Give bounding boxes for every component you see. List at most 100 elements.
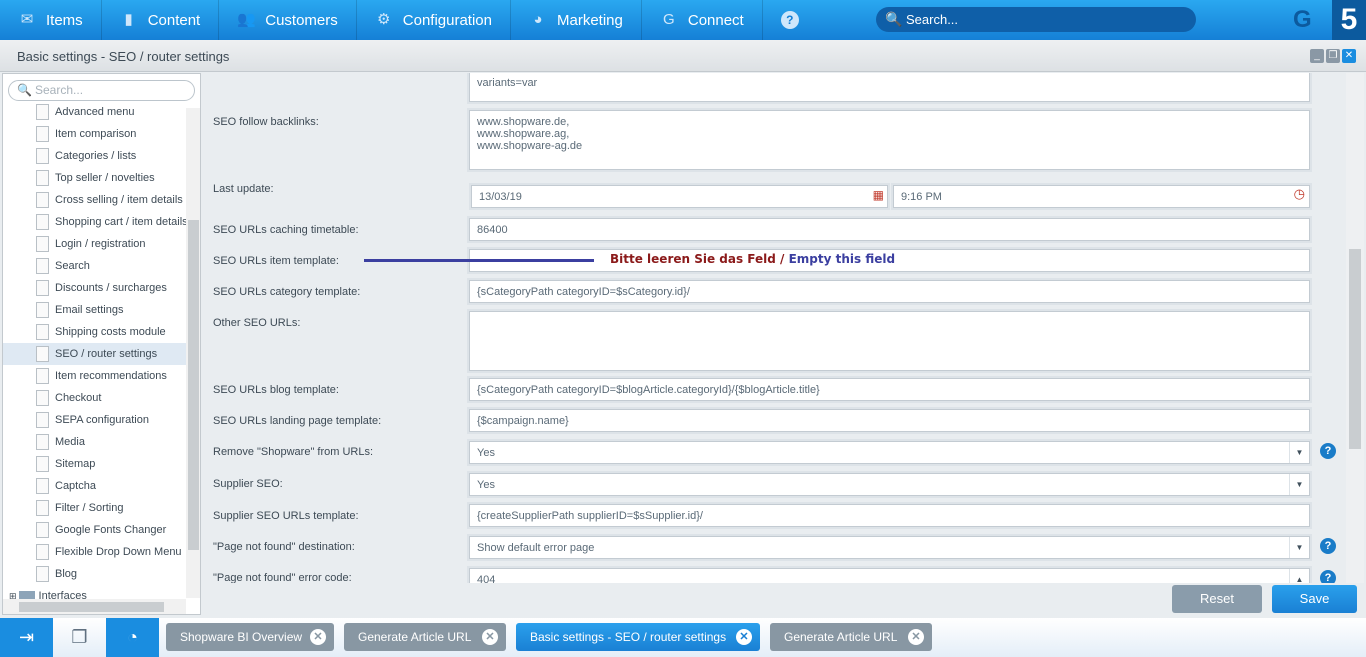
- tree-item-label: SEO / router settings: [55, 348, 158, 360]
- windows-icon[interactable]: ❐: [53, 618, 106, 657]
- task-label: Generate Article URL: [784, 630, 898, 644]
- tree-item[interactable]: Captcha: [3, 475, 186, 497]
- tree-item[interactable]: Filter / Sorting: [3, 497, 186, 519]
- tree-vertical-scrollbar[interactable]: [186, 108, 200, 598]
- chevron-up-icon[interactable]: ▲: [1289, 569, 1309, 583]
- nav-marketing[interactable]: ◕ Marketing: [511, 0, 642, 40]
- tree-item-label: Email settings: [55, 304, 124, 316]
- document-icon: [36, 302, 49, 318]
- time-value: 9:16 PM: [901, 191, 942, 203]
- tree-item[interactable]: Search: [3, 255, 186, 277]
- close-icon[interactable]: ✕: [482, 629, 498, 645]
- calendar-icon[interactable]: ▦: [873, 189, 884, 201]
- previous-textarea[interactable]: variants=var: [469, 73, 1310, 102]
- document-icon: [36, 192, 49, 208]
- dashboard-icon[interactable]: ◔: [106, 618, 159, 657]
- nav-customers[interactable]: 👥 Customers: [219, 0, 357, 40]
- tree-item[interactable]: Blog: [3, 563, 186, 585]
- annotation-text: Bitte leeren Sie das Feld / Empty this f…: [610, 252, 895, 266]
- tree-item[interactable]: Email settings: [3, 299, 186, 321]
- tree-item[interactable]: Sitemap: [3, 453, 186, 475]
- logout-icon[interactable]: ⇥: [0, 618, 53, 657]
- tree-item[interactable]: SEO / router settings: [3, 343, 186, 365]
- close-icon[interactable]: ✕: [908, 629, 924, 645]
- other-seo-textarea[interactable]: [469, 311, 1310, 371]
- tree-item[interactable]: Discounts / surcharges: [3, 277, 186, 299]
- supplier-seo-select[interactable]: Yes ▼: [469, 473, 1310, 496]
- chevron-down-icon[interactable]: ▼: [1289, 474, 1309, 495]
- inbox-icon: ✉: [20, 11, 34, 28]
- close-window-button[interactable]: ✕: [1342, 49, 1356, 63]
- tree-item-label: Top seller / novelties: [55, 172, 155, 184]
- supplier-template-input[interactable]: {createSupplierPath supplierID=$sSupplie…: [469, 504, 1310, 527]
- nav-configuration[interactable]: ⚙ Configuration: [357, 0, 511, 40]
- global-search-input[interactable]: 🔍 Search...: [876, 7, 1196, 32]
- help-icon[interactable]: ?: [1320, 538, 1336, 554]
- maximize-button[interactable]: ❐: [1326, 49, 1340, 63]
- remove-shopware-label: Remove "Shopware" from URLs:: [213, 446, 374, 458]
- last-update-time[interactable]: 9:16 PM ◷: [893, 185, 1310, 208]
- landing-template-label: SEO URLs landing page template:: [213, 415, 382, 427]
- minimize-button[interactable]: _: [1310, 49, 1324, 63]
- tree-item-label: Discounts / surcharges: [55, 282, 167, 294]
- tree-search-input[interactable]: 🔍 Search...: [8, 80, 195, 101]
- other-seo-label: Other SEO URLs:: [213, 317, 301, 329]
- document-icon: [36, 456, 49, 472]
- tree-item[interactable]: Advanced menu: [3, 101, 186, 123]
- tree-item[interactable]: Item comparison: [3, 123, 186, 145]
- caching-input[interactable]: 86400: [469, 218, 1310, 241]
- search-icon: 🔍: [17, 83, 32, 97]
- tree-item[interactable]: Cross selling / item details: [3, 189, 186, 211]
- help-icon[interactable]: ?: [1320, 443, 1336, 459]
- document-icon: [36, 368, 49, 384]
- reset-button[interactable]: Reset: [1172, 585, 1262, 613]
- tree-item[interactable]: Categories / lists: [3, 145, 186, 167]
- chevron-down-icon[interactable]: ▼: [1289, 442, 1309, 463]
- last-update-date[interactable]: 13/03/19 ▦: [471, 185, 888, 208]
- document-icon: [36, 324, 49, 340]
- nav-items[interactable]: ✉ Items: [0, 0, 102, 40]
- blog-template-input[interactable]: {sCategoryPath categoryID=$blogArticle.c…: [469, 378, 1310, 401]
- close-icon[interactable]: ✕: [310, 629, 326, 645]
- nav-connect[interactable]: G Connect: [642, 0, 763, 40]
- tree-item[interactable]: Flexible Drop Down Menu: [3, 541, 186, 563]
- tree-item[interactable]: Item recommendations: [3, 365, 186, 387]
- document-icon: [36, 500, 49, 516]
- not-found-destination-label: "Page not found" destination:: [213, 541, 355, 553]
- tree-item[interactable]: Checkout: [3, 387, 186, 409]
- tree-item[interactable]: Login / registration: [3, 233, 186, 255]
- tree-item-label: Filter / Sorting: [55, 502, 124, 514]
- tree-item[interactable]: Google Fonts Changer: [3, 519, 186, 541]
- help-icon[interactable]: ?: [1320, 570, 1336, 583]
- clock-icon[interactable]: ◷: [1294, 187, 1305, 200]
- not-found-destination-select[interactable]: Show default error page ▼: [469, 536, 1310, 559]
- remove-shopware-select[interactable]: Yes ▼: [469, 441, 1310, 464]
- top-navigation: ✉ Items ▮ Content 👥 Customers ⚙ Configuratio…: [0, 0, 1366, 40]
- save-button[interactable]: Save: [1272, 585, 1357, 613]
- task-tab[interactable]: Generate Article URL ✕: [770, 623, 932, 651]
- tree-item[interactable]: Media: [3, 431, 186, 453]
- form-scrollbar[interactable]: [1346, 73, 1364, 583]
- task-tab-active[interactable]: Basic settings - SEO / router settings ✕: [516, 623, 760, 651]
- help-button[interactable]: ?: [763, 0, 817, 40]
- tree-item[interactable]: Shipping costs module: [3, 321, 186, 343]
- task-tab[interactable]: Generate Article URL ✕: [344, 623, 506, 651]
- tree-item[interactable]: SEPA configuration: [3, 409, 186, 431]
- shopware-logo: G: [1293, 6, 1312, 33]
- document-icon: [36, 412, 49, 428]
- chevron-down-icon[interactable]: ▼: [1289, 537, 1309, 558]
- not-found-code-spinner[interactable]: 404 ▲: [469, 568, 1310, 583]
- category-template-input[interactable]: {sCategoryPath categoryID=$sCategory.id}…: [469, 280, 1310, 303]
- tree-horizontal-scrollbar[interactable]: [3, 599, 186, 614]
- document-icon: [36, 478, 49, 494]
- landing-template-input[interactable]: {$campaign.name}: [469, 409, 1310, 432]
- tree-item[interactable]: Shopping cart / item details: [3, 211, 188, 233]
- tree-item-label: Categories / lists: [55, 150, 137, 162]
- tree-item[interactable]: Top seller / novelties: [3, 167, 186, 189]
- task-tab[interactable]: Shopware BI Overview ✕: [166, 623, 334, 651]
- tree-item-label: Shipping costs module: [55, 326, 166, 338]
- settings-tree-panel: 🔍 Search... Advanced menu Item comparison C…: [2, 73, 201, 615]
- close-icon[interactable]: ✕: [736, 629, 752, 645]
- backlinks-textarea[interactable]: www.shopware.de, www.shopware.ag, www.sh…: [469, 110, 1310, 170]
- nav-content[interactable]: ▮ Content: [102, 0, 220, 40]
